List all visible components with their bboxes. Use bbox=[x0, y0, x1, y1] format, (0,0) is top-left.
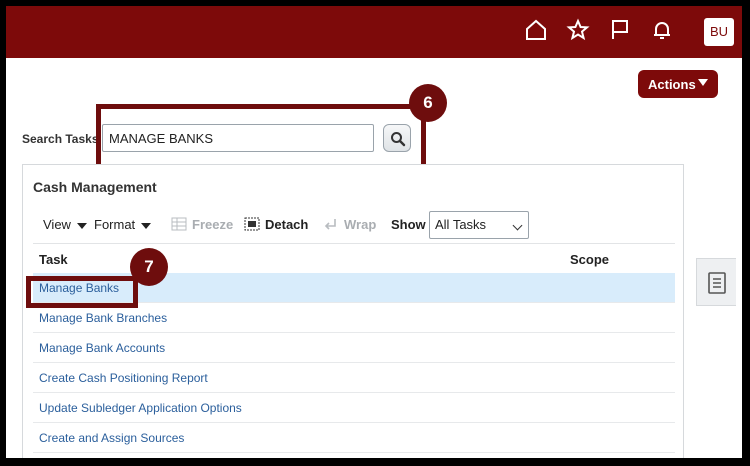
table-row[interactable]: Create and Assign Sources bbox=[33, 423, 675, 453]
wrap-label: Wrap bbox=[344, 217, 377, 232]
task-link[interactable]: Create and Assign Sources bbox=[39, 431, 184, 445]
format-label: Format bbox=[94, 217, 136, 232]
task-link[interactable]: Update Subledger Application Options bbox=[39, 401, 242, 415]
global-header: BU bbox=[6, 6, 742, 58]
detach-label: Detach bbox=[265, 217, 309, 232]
search-tasks-label: Search Tasks bbox=[22, 132, 99, 146]
callout-badge-step-6: 6 bbox=[409, 84, 447, 122]
document-list-icon bbox=[708, 272, 726, 294]
view-menu[interactable]: View bbox=[43, 217, 87, 232]
format-menu[interactable]: Format bbox=[94, 217, 152, 232]
actions-menu-button[interactable]: Actions bbox=[638, 70, 718, 98]
bell-icon[interactable] bbox=[650, 18, 674, 42]
detach-icon bbox=[244, 217, 260, 231]
show-select[interactable]: All Tasks bbox=[429, 211, 529, 239]
wrap-icon bbox=[324, 219, 336, 230]
show-select-value: All Tasks bbox=[435, 217, 487, 232]
callout-badge-step-7: 7 bbox=[130, 248, 168, 286]
column-header-scope[interactable]: Scope bbox=[570, 252, 609, 267]
detach-button[interactable]: Detach bbox=[244, 217, 308, 232]
favorites-star-icon[interactable] bbox=[566, 18, 590, 42]
side-panel-tab[interactable] bbox=[696, 258, 736, 306]
freeze-icon bbox=[171, 217, 187, 231]
table-row[interactable]: Create Cash Positioning Report bbox=[33, 363, 675, 393]
user-avatar[interactable]: BU bbox=[704, 18, 734, 46]
chevron-down-icon bbox=[512, 220, 523, 231]
callout-highlight-task bbox=[26, 276, 138, 308]
screenshot-frame: BU Actions Search Tasks 6 Cash Managemen… bbox=[0, 0, 750, 466]
flag-icon[interactable] bbox=[608, 18, 632, 42]
home-icon[interactable] bbox=[524, 18, 548, 42]
caret-down-icon bbox=[698, 79, 708, 86]
view-label: View bbox=[43, 217, 71, 232]
task-link[interactable]: Manage Bank Branches bbox=[39, 311, 167, 325]
table-row[interactable]: Update Subledger Application Options bbox=[33, 393, 675, 423]
freeze-button[interactable]: Freeze bbox=[171, 217, 233, 232]
task-link[interactable]: Create Cash Positioning Report bbox=[39, 371, 208, 385]
freeze-label: Freeze bbox=[192, 217, 234, 232]
table-row[interactable]: Manage Bank Accounts bbox=[33, 333, 675, 363]
cash-management-panel: Cash Management View Format Freeze Detac… bbox=[22, 164, 684, 458]
task-link[interactable]: Manage Bank Accounts bbox=[39, 341, 165, 355]
table-toolbar: View Format Freeze Detach Wrap Show All … bbox=[23, 211, 683, 241]
column-header-task[interactable]: Task bbox=[39, 252, 68, 267]
caret-down-icon bbox=[141, 222, 152, 229]
actions-label: Actions bbox=[648, 76, 696, 92]
panel-title: Cash Management bbox=[33, 179, 157, 195]
show-label: Show bbox=[391, 217, 426, 232]
wrap-button[interactable]: Wrap bbox=[323, 217, 376, 232]
caret-down-icon bbox=[76, 222, 87, 229]
